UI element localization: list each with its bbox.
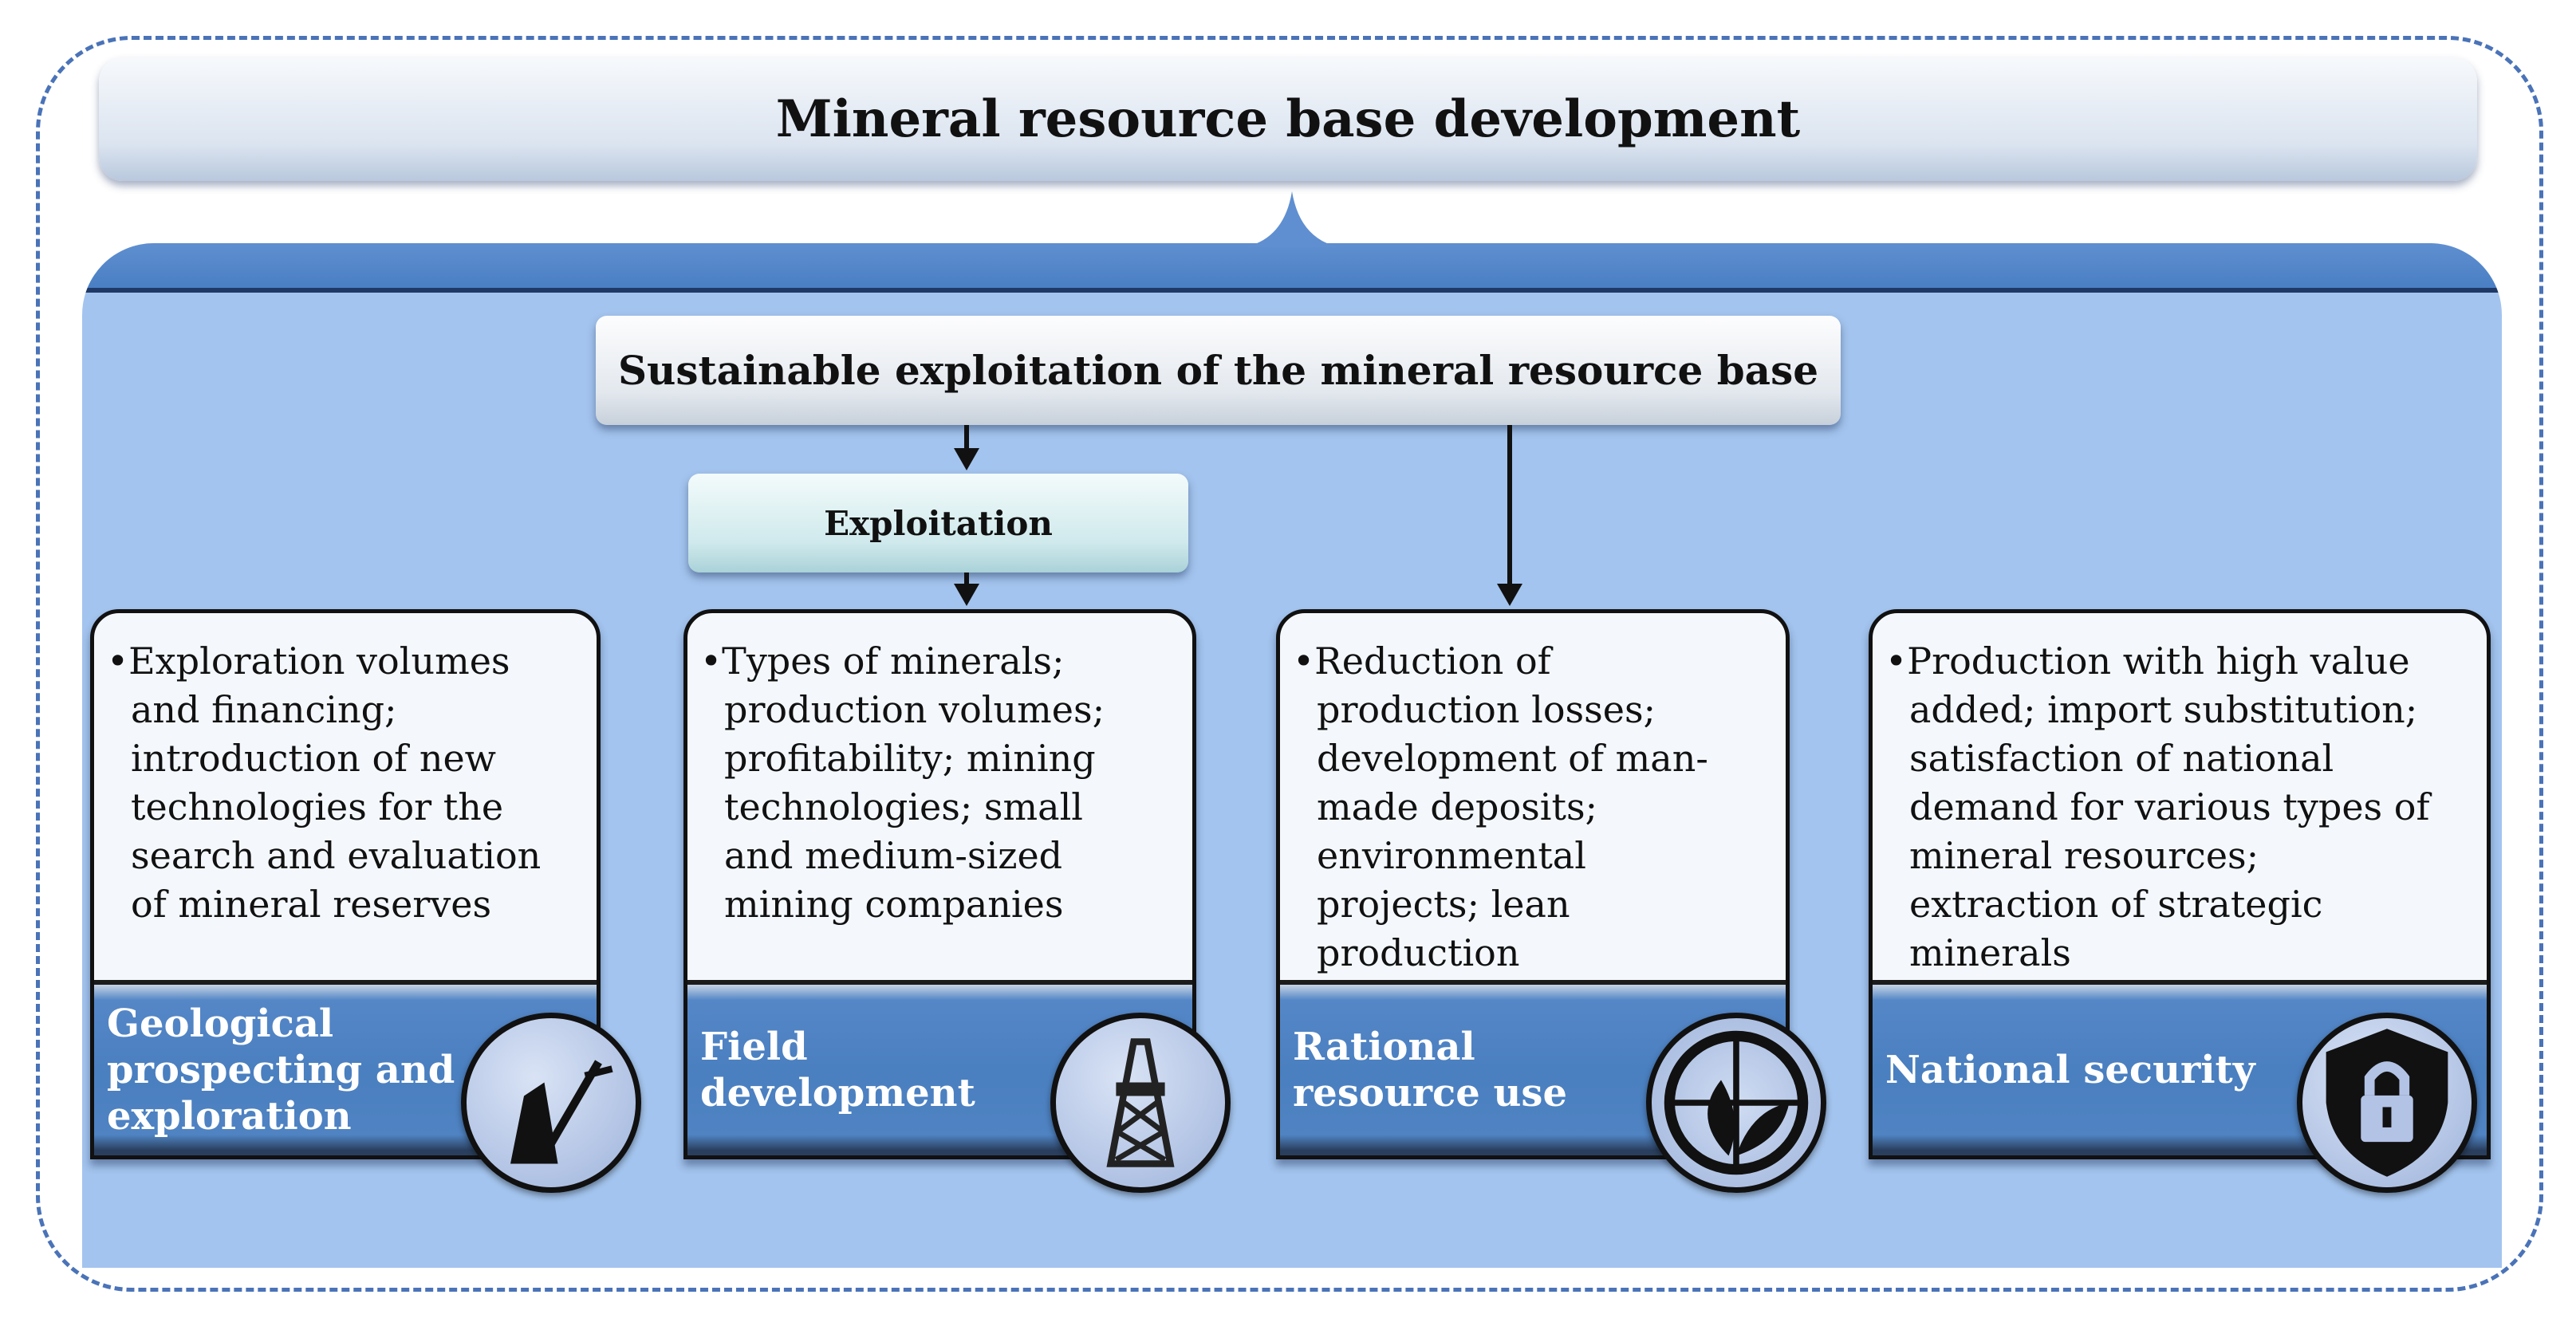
main-title: Mineral resource base development — [99, 57, 2477, 181]
panel-header-band — [82, 243, 2502, 293]
arrow-line — [1507, 425, 1512, 589]
oil-rig-icon — [1050, 1013, 1231, 1193]
mining-drill-icon — [461, 1013, 641, 1193]
arrow-head-icon — [1497, 584, 1522, 606]
shield-lock-icon — [2297, 1013, 2477, 1193]
card-text: •Types of minerals;production volumes;pr… — [700, 637, 1184, 929]
card-text: •Exploration volumesand financing;introd… — [107, 637, 589, 929]
brace-point-icon — [1244, 191, 1340, 247]
exploitation-box: Exploitation — [688, 474, 1188, 573]
arrow-head-icon — [954, 584, 979, 606]
sustainable-exploitation-box: Sustainable exploitation of the mineral … — [596, 316, 1841, 425]
card-text: •Production with high valueadded; import… — [1885, 637, 2479, 978]
globe-leaf-icon — [1646, 1013, 1826, 1193]
card-text: •Reduction ofproduction losses;developme… — [1293, 637, 1778, 978]
arrow-head-icon — [954, 448, 979, 470]
